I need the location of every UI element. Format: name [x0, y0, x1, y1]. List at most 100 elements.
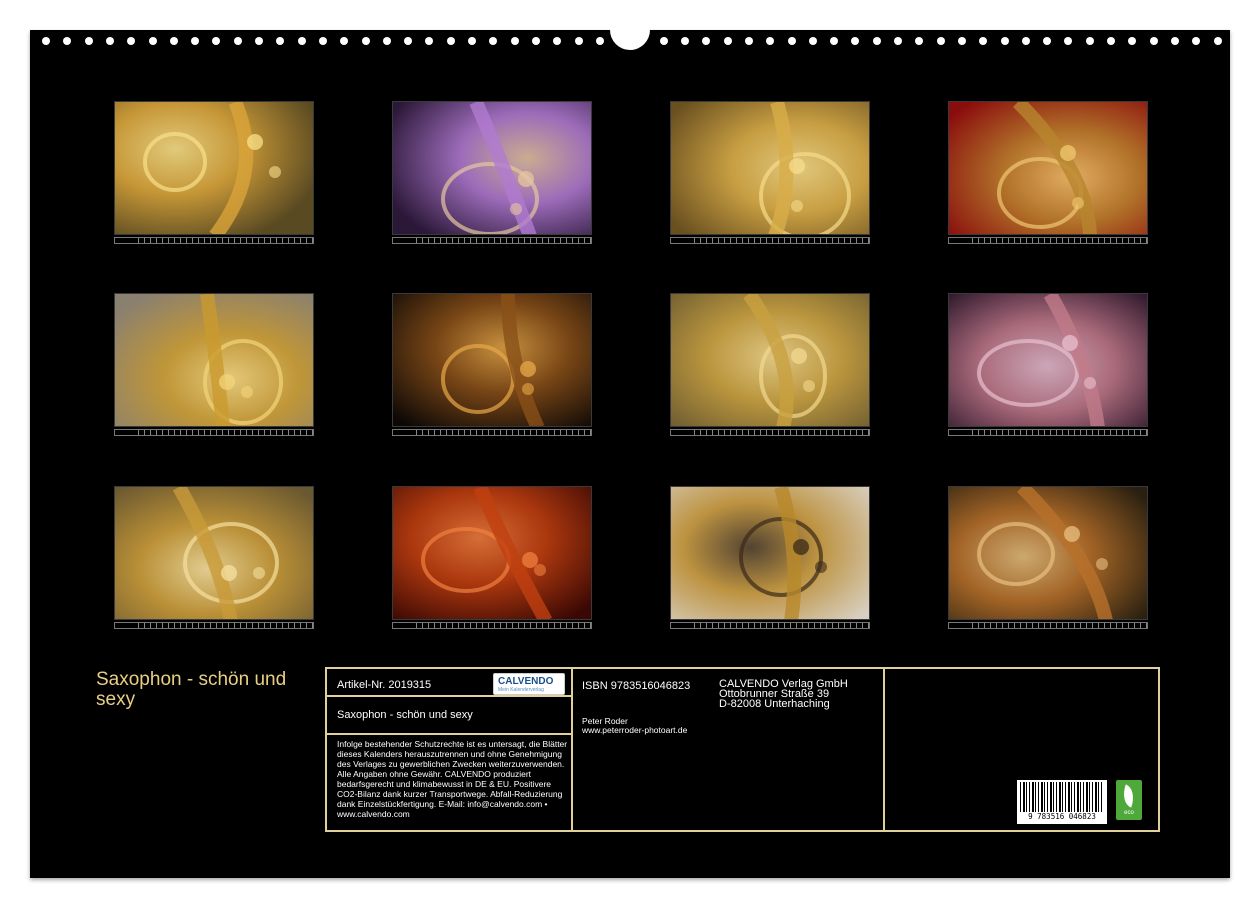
divider	[327, 695, 571, 697]
binding-hole	[446, 37, 455, 45]
photo-march	[670, 101, 870, 235]
calendar-title: Saxophon - schön und sexy	[96, 669, 287, 710]
photo-february	[392, 101, 592, 235]
month-day-strip	[114, 237, 314, 244]
author-website: www.peterroder-photoart.de	[582, 725, 688, 735]
binding-hole	[1043, 37, 1052, 45]
binding-hole	[808, 37, 817, 45]
binding-hole	[1192, 37, 1201, 45]
photo-august	[948, 293, 1148, 427]
calendar-back-cover: Saxophon - schön und sexy Artikel-Nr. 20…	[30, 10, 1230, 878]
month-day-strip	[670, 622, 870, 629]
binding-hole	[851, 37, 860, 45]
eco-badge: eco	[1116, 780, 1142, 820]
binding-hole	[297, 37, 306, 45]
binding-hole	[340, 37, 349, 45]
binding-hole	[318, 37, 327, 45]
binding-hole	[1000, 37, 1009, 45]
month-label	[393, 430, 415, 435]
photo-june	[392, 293, 592, 427]
binding-hole	[105, 37, 114, 45]
month-label	[671, 623, 693, 628]
logo-subline: Mein Kalenderverlag	[498, 687, 544, 693]
month-day-strip	[670, 429, 870, 436]
binding-hole	[659, 37, 668, 45]
leaf-icon	[1118, 784, 1139, 808]
isbn: ISBN 9783516046823	[582, 680, 691, 692]
binding-hole	[702, 37, 711, 45]
month-day-strip	[948, 429, 1148, 436]
info-box: Artikel-Nr. 2019315 CALVENDO Mein Kalend…	[325, 667, 1160, 832]
binding-hole	[169, 37, 178, 45]
binding-hole	[1128, 37, 1137, 45]
binding-hole	[42, 37, 50, 45]
month-label	[115, 430, 137, 435]
month-label	[393, 238, 415, 243]
binding-hole	[979, 37, 988, 45]
binding-hole	[361, 37, 370, 45]
legal-notice: Infolge bestehender Schutzrechte ist es …	[337, 739, 568, 819]
month-day-strip	[670, 237, 870, 244]
binding-hole	[1085, 37, 1094, 45]
eco-label: eco	[1124, 810, 1134, 816]
binding-hole	[63, 37, 72, 45]
binding-hole	[531, 37, 540, 45]
publisher-city: D-82008 Unterhaching	[719, 698, 830, 710]
barcode-number: 9 783516 046823	[1028, 812, 1096, 821]
binding-hole	[830, 37, 839, 45]
photo-september	[114, 486, 314, 620]
month-day-strip	[114, 622, 314, 629]
wire-binding	[30, 10, 1230, 52]
month-label	[949, 238, 971, 243]
binding-hole	[191, 37, 200, 45]
binding-hole	[404, 37, 413, 45]
binding-hole	[1021, 37, 1030, 45]
binding-hole	[957, 37, 966, 45]
binding-hole	[148, 37, 157, 45]
article-number: Artikel-Nr. 2019315	[337, 679, 432, 691]
binding-hole	[894, 37, 902, 45]
publisher-address: CALVENDO Verlag GmbH Ottobrunner Straße …	[719, 679, 848, 710]
binding-hole	[1107, 37, 1115, 45]
month-day-strip	[948, 622, 1148, 629]
binding-hole	[510, 37, 519, 45]
binding-hole	[382, 37, 391, 45]
month-label	[115, 623, 137, 628]
barcode: 9 783516 046823	[1017, 780, 1107, 824]
photo-november	[670, 486, 870, 620]
binding-hole	[766, 37, 775, 45]
binding-hole	[681, 37, 689, 45]
binding-hole	[1170, 37, 1179, 45]
binding-hole	[276, 37, 285, 45]
logo-brand: CALVENDO	[498, 676, 554, 687]
month-day-strip	[392, 429, 592, 436]
product-title: Saxophon - schön und sexy	[337, 709, 473, 721]
binding-hole	[1149, 37, 1158, 45]
binding-hole	[489, 37, 498, 45]
barcode-bars	[1020, 782, 1104, 812]
photo-july	[670, 293, 870, 427]
hanger-notch	[610, 10, 650, 50]
month-day-strip	[392, 622, 592, 629]
month-label	[949, 430, 971, 435]
binding-hole	[574, 37, 583, 45]
binding-hole	[936, 37, 945, 45]
month-day-strip	[948, 237, 1148, 244]
month-label	[393, 623, 415, 628]
photo-october	[392, 486, 592, 620]
month-day-strip	[392, 237, 592, 244]
divider	[571, 669, 573, 830]
photo-april	[948, 101, 1148, 235]
binding-hole	[468, 37, 476, 45]
binding-hole	[127, 37, 136, 45]
month-label	[671, 238, 693, 243]
photo-december	[948, 486, 1148, 620]
calvendo-logo: CALVENDO Mein Kalenderverlag	[493, 673, 565, 695]
binding-hole	[255, 37, 263, 45]
month-label	[115, 238, 137, 243]
binding-hole	[212, 37, 221, 45]
binding-hole	[787, 37, 796, 45]
binding-hole	[425, 37, 434, 45]
binding-hole	[233, 37, 242, 45]
month-label	[671, 430, 693, 435]
